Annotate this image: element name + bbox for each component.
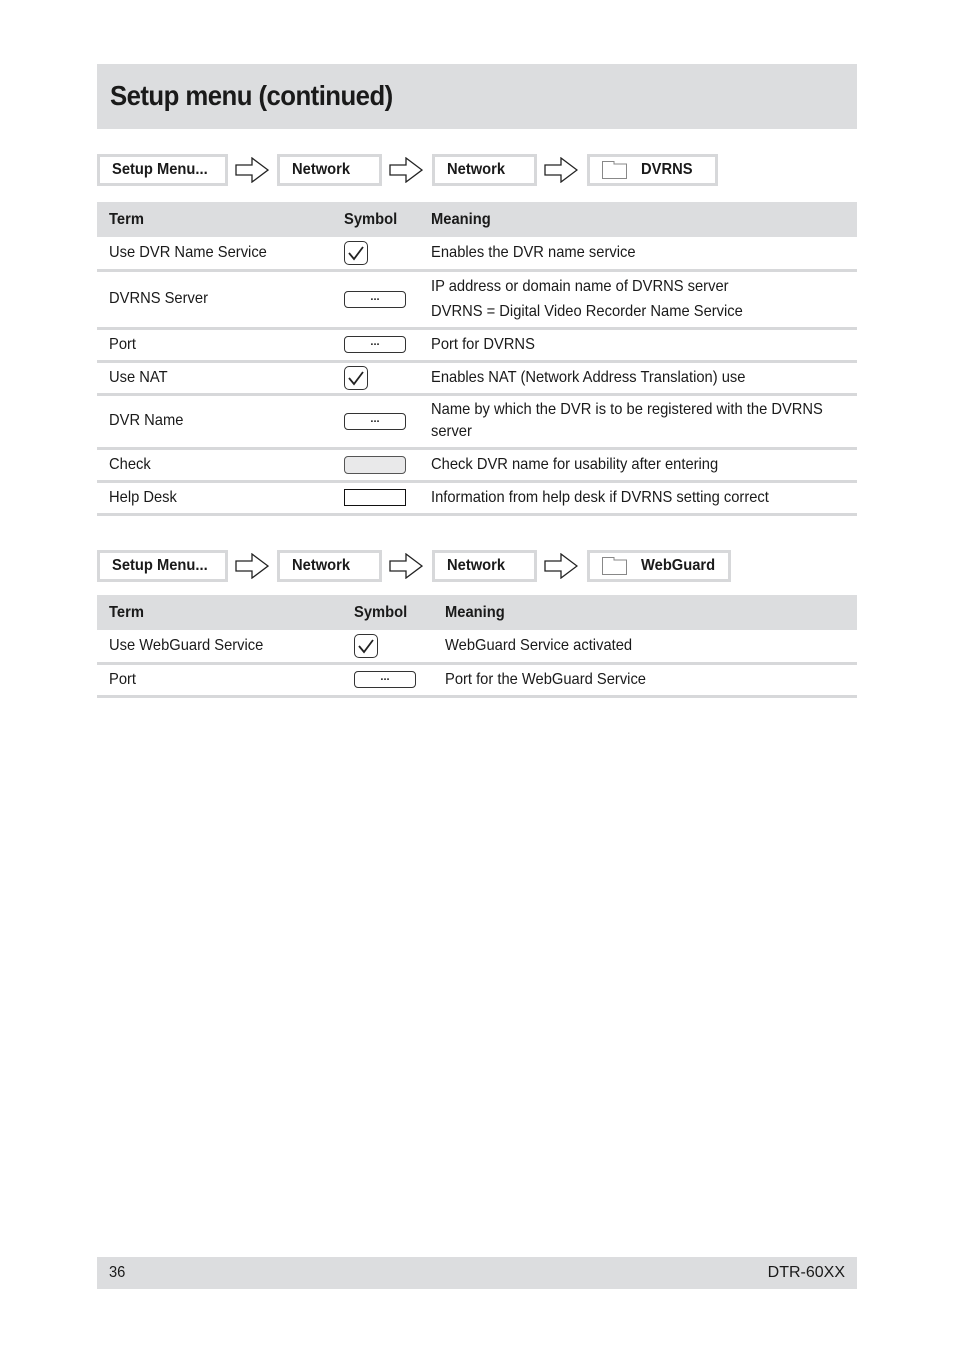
column-header-term: Term (97, 202, 344, 237)
table-row: Port ... Port for the WebGuard Service (97, 663, 857, 698)
arrow-right-icon (544, 553, 578, 579)
meaning-cell: Enables NAT (Network Address Translation… (431, 361, 857, 396)
meaning-cell: Port for DVRNS (431, 328, 857, 363)
column-header-term: Term (97, 595, 354, 630)
page-number: 36 (109, 1264, 126, 1281)
breadcrumb-label: Setup Menu... (112, 557, 208, 574)
arrow-right-icon (235, 157, 269, 183)
page-title: Setup menu (continued) (110, 80, 393, 111)
table-header-row: Term Symbol Meaning (97, 595, 857, 630)
table-row: Use DVR Name Service Enables the DVR nam… (97, 237, 857, 272)
term-cell: Help Desk (97, 481, 344, 516)
input-field-icon: ... (343, 290, 406, 308)
button-icon (343, 455, 406, 474)
symbol-cell: ... (343, 270, 432, 330)
symbol-cell: ... (343, 328, 432, 363)
term-cell: Use NAT (97, 361, 344, 396)
webguard-table: Term Symbol Meaning Use WebGuard Service… (97, 595, 857, 698)
table-row: DVR Name ... Name by which the DVR is to… (97, 394, 857, 450)
table-row: Port ... Port for DVRNS (97, 328, 857, 363)
input-field-icon: ... (343, 336, 406, 353)
input-field-icon: ... (343, 412, 406, 430)
page-footer: 36 DTR-60XX (97, 1257, 857, 1289)
arrow-right-icon (544, 157, 578, 183)
model-name: DTR-60XX (767, 1264, 845, 1281)
folder-icon (602, 161, 627, 179)
meaning-cell: Enables the DVR name service (431, 237, 857, 272)
input-field-icon: ... (354, 671, 416, 688)
breadcrumb-dvrns: Setup Menu... Network Network DVRNS (97, 154, 797, 186)
symbol-cell (343, 237, 432, 272)
breadcrumb-label: WebGuard (641, 557, 716, 574)
checkbox-checked-icon (343, 365, 368, 390)
symbol-cell: ... (354, 663, 445, 698)
breadcrumb-label: Network (292, 557, 351, 574)
meaning-cell: Information from help desk if DVRNS sett… (431, 481, 857, 516)
page-header: Setup menu (continued) (97, 64, 857, 129)
symbol-cell (343, 448, 432, 483)
column-header-meaning: Meaning (431, 202, 857, 237)
term-cell: DVR Name (97, 394, 344, 450)
table-row: Check Check DVR name for usability after… (97, 448, 857, 483)
breadcrumb-label: Setup Menu... (112, 161, 208, 178)
breadcrumb-label: Network (292, 161, 351, 178)
symbol-cell: ... (343, 394, 432, 450)
arrow-right-icon (235, 553, 269, 579)
table-row: Use NAT Enables NAT (Network Address Tra… (97, 361, 857, 396)
column-header-symbol: Symbol (343, 202, 432, 237)
term-cell: Port (97, 663, 354, 698)
arrow-right-icon (389, 553, 423, 579)
symbol-cell (343, 481, 432, 516)
folder-icon (602, 557, 627, 575)
breadcrumb-label: DVRNS (641, 161, 693, 178)
table-row: Help Desk Information from help desk if … (97, 481, 857, 516)
meaning-cell: Name by which the DVR is to be registere… (431, 394, 857, 450)
symbol-cell (343, 361, 432, 396)
table-row: DVRNS Server ... IP address or domain na… (97, 270, 857, 330)
meaning-cell: Check DVR name for usability after enter… (431, 448, 857, 483)
breadcrumb-dvrns: DVRNS (587, 154, 718, 186)
term-cell: Use WebGuard Service (97, 630, 354, 665)
checkbox-checked-icon (343, 240, 368, 265)
breadcrumb-webguard: WebGuard (587, 550, 731, 582)
breadcrumb-label: Network (447, 557, 506, 574)
breadcrumb-network-2: Network (432, 154, 537, 186)
breadcrumb-network-1: Network (277, 550, 382, 582)
arrow-right-icon (389, 157, 423, 183)
checkbox-checked-icon (354, 633, 378, 658)
column-header-symbol: Symbol (354, 595, 445, 630)
column-header-meaning: Meaning (445, 595, 857, 630)
meaning-cell: WebGuard Service activated (445, 630, 857, 665)
breadcrumb-label: Network (447, 161, 506, 178)
breadcrumb-setup-menu: Setup Menu... (97, 154, 228, 186)
table-header-row: Term Symbol Meaning (97, 202, 857, 237)
breadcrumb-network-2: Network (432, 550, 537, 582)
meaning-cell: IP address or domain name of DVRNS serve… (431, 270, 857, 330)
term-cell: Check (97, 448, 344, 483)
term-cell: Use DVR Name Service (97, 237, 344, 272)
term-cell: DVRNS Server (97, 270, 344, 330)
meaning-cell: Port for the WebGuard Service (445, 663, 857, 698)
term-cell: Port (97, 328, 344, 363)
dvrns-table: Term Symbol Meaning Use DVR Name Service… (97, 202, 857, 516)
breadcrumb-network-1: Network (277, 154, 382, 186)
breadcrumb-setup-menu: Setup Menu... (97, 550, 228, 582)
symbol-cell (354, 630, 445, 665)
text-box-icon (343, 489, 406, 506)
table-row: Use WebGuard Service WebGuard Service ac… (97, 630, 857, 665)
breadcrumb-webguard: Setup Menu... Network Network WebGuard (97, 550, 797, 582)
